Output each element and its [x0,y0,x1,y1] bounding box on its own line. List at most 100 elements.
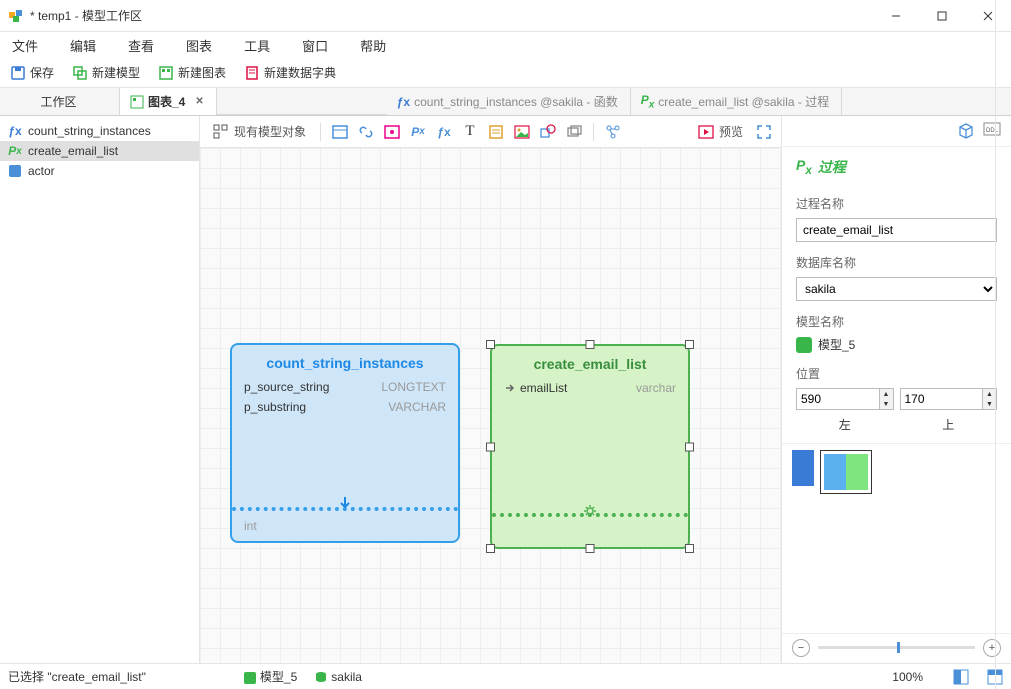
arrow-down-icon [337,495,353,511]
zoom-percent: 100% [892,670,923,684]
resize-handle[interactable] [486,340,495,349]
fx-icon: ƒx [8,124,22,138]
node-create-email-list[interactable]: create_email_list emailList varchar [490,344,690,549]
spinner-up[interactable]: ▲ [982,389,996,399]
sidebar-item-label: actor [28,164,55,178]
new-dict-button[interactable]: 新建数据字典 [240,61,340,84]
objects-icon [212,123,230,141]
statusbar: 已选择 "create_email_list" 模型_5 sakila 100% [0,663,1011,689]
model-icon [244,672,256,684]
node-title: create_email_list [504,356,676,378]
spinner-down[interactable]: ▼ [982,399,996,409]
zoom-out-button[interactable]: − [792,639,810,657]
menu-tool[interactable]: 工具 [240,33,274,58]
model-name-value: 模型_5 [818,336,855,353]
new-dict-icon [244,65,260,81]
node-count-string-instances[interactable]: count_string_instances p_source_stringLO… [230,343,460,543]
resize-handle[interactable] [685,442,694,451]
status-db: sakila [331,670,362,684]
fx-tool-icon[interactable]: ƒx [435,123,453,141]
tab-procedure[interactable]: Px create_email_list @sakila - 过程 [631,88,842,115]
sidebar: ƒx count_string_instances Px create_emai… [0,116,200,663]
px-icon: Px [641,93,655,110]
sidebar-item-label: create_email_list [28,144,118,158]
autolayout-icon[interactable] [604,123,622,141]
tab-chart-4[interactable]: 图表_4 ✕ [120,88,217,115]
menu-file[interactable]: 文件 [8,33,42,58]
menu-edit[interactable]: 编辑 [66,33,100,58]
px-tool-icon[interactable]: Px [409,123,427,141]
pos-x-spinner[interactable]: ▲▼ [796,388,894,410]
main-toolbar: 保存 新建模型 新建图表 新建数据字典 [0,58,1011,88]
resize-handle[interactable] [486,544,495,553]
node-title: count_string_instances [244,355,446,377]
database-icon [315,671,327,683]
zoom-control: − + [782,633,1011,661]
new-model-icon [72,65,88,81]
window-title: * temp1 - 模型工作区 [30,7,873,24]
canvas-toolbar: 现有模型对象 Px ƒx T 预览 [200,116,781,148]
canvas[interactable]: count_string_instances p_source_stringLO… [200,148,781,663]
new-chart-button[interactable]: 新建图表 [154,61,230,84]
fx-icon: ƒx [397,95,410,109]
tab-function[interactable]: ƒx count_string_instances @sakila - 函数 [387,88,631,115]
layer-tool-icon[interactable] [565,123,583,141]
out-arrow-icon [504,382,516,394]
existing-objects-button[interactable]: 现有模型对象 [208,120,310,144]
main-area: ƒx count_string_instances Px create_emai… [0,116,1011,663]
db-select[interactable]: sakila [796,277,997,301]
pos-left-label: 左 [796,416,894,433]
proc-name-input[interactable] [796,218,997,242]
gear-icon [582,503,598,519]
sidebar-item-procedure[interactable]: Px create_email_list [0,141,199,161]
px-icon: Px [796,157,812,177]
properties-panel: DDL Px 过程 过程名称 数据库名称 sakila 模型名称 模型_5 位置… [781,116,1011,663]
menu-view[interactable]: 查看 [124,33,158,58]
cube-icon[interactable] [957,122,975,140]
pos-top-label: 上 [900,416,998,433]
spinner-down[interactable]: ▼ [879,399,893,409]
menubar: 文件 编辑 查看 图表 工具 窗口 帮助 [0,32,1011,58]
close-icon[interactable]: ✕ [195,96,203,107]
menu-help[interactable]: 帮助 [356,33,390,58]
table-icon [8,164,22,178]
maximize-button[interactable] [919,0,965,32]
view-tool-icon[interactable] [383,123,401,141]
text-tool-icon[interactable]: T [461,123,479,141]
sidebar-item-table[interactable]: actor [0,161,199,181]
fullscreen-icon[interactable] [755,123,773,141]
resize-handle[interactable] [685,340,694,349]
shape-tool-icon[interactable] [539,123,557,141]
sidebar-item-label: count_string_instances [28,124,151,138]
return-type: int [244,519,257,533]
swatch-blue2[interactable] [824,454,846,490]
resize-handle[interactable] [685,544,694,553]
label-proc-name: 过程名称 [796,195,997,212]
preview-button[interactable]: 预览 [693,120,747,144]
link-tool-icon[interactable] [357,123,375,141]
label-db-name: 数据库名称 [796,254,997,271]
new-model-button[interactable]: 新建模型 [68,61,144,84]
sidebar-item-function[interactable]: ƒx count_string_instances [0,121,199,141]
zoom-slider[interactable] [818,646,975,649]
spinner-up[interactable]: ▲ [879,389,893,399]
menu-chart[interactable]: 图表 [182,33,216,58]
menu-window[interactable]: 窗口 [298,33,332,58]
minimize-button[interactable] [873,0,919,32]
swatch-green[interactable] [846,454,868,490]
label-position: 位置 [796,365,997,382]
save-button[interactable]: 保存 [6,61,58,84]
table-tool-icon[interactable] [331,123,349,141]
status-model: 模型_5 [260,670,297,684]
resize-handle[interactable] [486,442,495,451]
tab-workspace[interactable]: 工作区 [0,88,120,115]
status-selection: 已选择 "create_email_list" [8,668,146,685]
image-tool-icon[interactable] [513,123,531,141]
grid-toggle-icon[interactable] [953,669,969,685]
titlebar: * temp1 - 模型工作区 [0,0,1011,32]
pos-y-spinner[interactable]: ▲▼ [900,388,998,410]
resize-handle[interactable] [586,340,595,349]
resize-handle[interactable] [586,544,595,553]
swatch-blue1[interactable] [792,450,814,486]
note-tool-icon[interactable] [487,123,505,141]
